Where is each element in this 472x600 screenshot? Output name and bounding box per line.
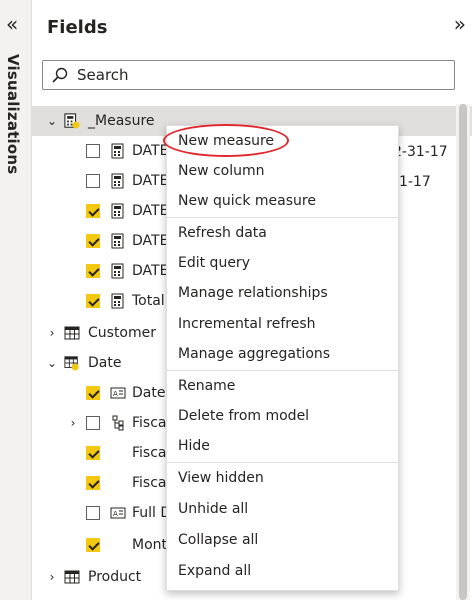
checkbox-checked[interactable] bbox=[86, 234, 100, 248]
checkbox-checked[interactable] bbox=[86, 446, 100, 460]
checkbox-checked[interactable] bbox=[86, 204, 100, 218]
field-label: DATE bbox=[132, 203, 169, 219]
search-icon bbox=[52, 67, 68, 83]
table-label: Customer bbox=[88, 325, 157, 341]
text-field-icon: A bbox=[110, 387, 126, 399]
checkbox[interactable] bbox=[86, 506, 100, 520]
text-field-icon: A bbox=[110, 507, 126, 519]
svg-text:A: A bbox=[113, 510, 118, 518]
visualizations-pane-collapsed: « Visualizations bbox=[0, 0, 32, 600]
calculator-icon bbox=[111, 233, 124, 249]
menu-item-edit-query[interactable]: Edit query bbox=[167, 248, 398, 278]
field-label: Total bbox=[132, 293, 165, 309]
checkbox[interactable] bbox=[86, 144, 100, 158]
svg-text:A: A bbox=[113, 390, 118, 398]
checkbox[interactable] bbox=[86, 416, 100, 430]
calculator-icon bbox=[111, 203, 124, 219]
table-icon bbox=[64, 356, 79, 371]
search-box[interactable] bbox=[42, 60, 455, 90]
visualizations-label[interactable]: Visualizations bbox=[4, 54, 22, 174]
menu-item-new-quick-measure[interactable]: New quick measure bbox=[167, 186, 398, 216]
menu-item-hide[interactable]: Hide bbox=[167, 431, 398, 461]
calculator-icon bbox=[111, 143, 124, 159]
checkbox-checked[interactable] bbox=[86, 386, 100, 400]
chevron-down-icon[interactable]: ⌄ bbox=[45, 114, 59, 128]
hierarchy-icon bbox=[112, 415, 124, 431]
fields-title: Fields bbox=[47, 17, 108, 38]
field-label: Fisca bbox=[132, 445, 167, 461]
menu-item-manage-aggregations[interactable]: Manage aggregations bbox=[167, 339, 398, 369]
field-label-tail: 2-31-17 bbox=[393, 144, 448, 160]
chevron-down-icon[interactable]: ⌄ bbox=[45, 356, 59, 370]
menu-item-new-column[interactable]: New column bbox=[167, 156, 398, 186]
calculator-icon bbox=[111, 263, 124, 279]
menu-item-view-hidden[interactable]: View hidden bbox=[167, 463, 398, 493]
menu-item-unhide-all[interactable]: Unhide all bbox=[167, 494, 398, 524]
table-icon bbox=[64, 326, 80, 340]
calculator-icon bbox=[111, 293, 124, 309]
table-icon bbox=[64, 570, 80, 584]
checkbox-checked[interactable] bbox=[86, 294, 100, 308]
menu-item-incremental-refresh[interactable]: Incremental refresh bbox=[167, 309, 398, 339]
annotation-ring bbox=[163, 124, 289, 157]
checkbox[interactable] bbox=[86, 174, 100, 188]
table-label: Date bbox=[88, 355, 122, 371]
chevron-right-icon[interactable]: › bbox=[66, 416, 80, 430]
field-label: DATE bbox=[132, 263, 169, 279]
search-input[interactable] bbox=[75, 65, 439, 85]
field-label: DATE bbox=[132, 173, 169, 189]
field-label-tail: 1-17 bbox=[399, 174, 431, 190]
measure-table-label: _Measure bbox=[88, 113, 155, 129]
collapse-visualizations-icon[interactable]: « bbox=[6, 14, 18, 34]
measure-table-icon bbox=[64, 113, 80, 129]
menu-item-collapse-all[interactable]: Collapse all bbox=[167, 525, 398, 555]
scrollbar-thumb[interactable] bbox=[459, 104, 467, 600]
chevron-right-icon[interactable]: › bbox=[45, 570, 59, 584]
field-label: DATE bbox=[132, 233, 169, 249]
menu-item-refresh-data[interactable]: Refresh data bbox=[167, 218, 398, 248]
scrollbar[interactable] bbox=[456, 104, 470, 600]
field-label: Fisca bbox=[132, 415, 167, 431]
menu-item-expand-all[interactable]: Expand all bbox=[167, 556, 398, 586]
expand-fields-icon[interactable]: » bbox=[454, 14, 466, 34]
field-label: DATE bbox=[132, 143, 169, 159]
chevron-right-icon[interactable]: › bbox=[45, 326, 59, 340]
field-label: Fisca bbox=[132, 475, 167, 491]
menu-item-delete-from-model[interactable]: Delete from model bbox=[167, 401, 398, 431]
menu-item-manage-relationships[interactable]: Manage relationships bbox=[167, 278, 398, 308]
context-menu: New measure New column New quick measure… bbox=[166, 125, 399, 591]
table-label: Product bbox=[88, 569, 142, 585]
calculator-icon bbox=[111, 173, 124, 189]
checkbox-checked[interactable] bbox=[86, 476, 100, 490]
checkbox-checked[interactable] bbox=[86, 264, 100, 278]
field-label: Date bbox=[132, 385, 166, 401]
menu-item-rename[interactable]: Rename bbox=[167, 371, 398, 401]
field-label: Mont bbox=[132, 537, 168, 553]
checkbox-checked[interactable] bbox=[86, 538, 100, 552]
